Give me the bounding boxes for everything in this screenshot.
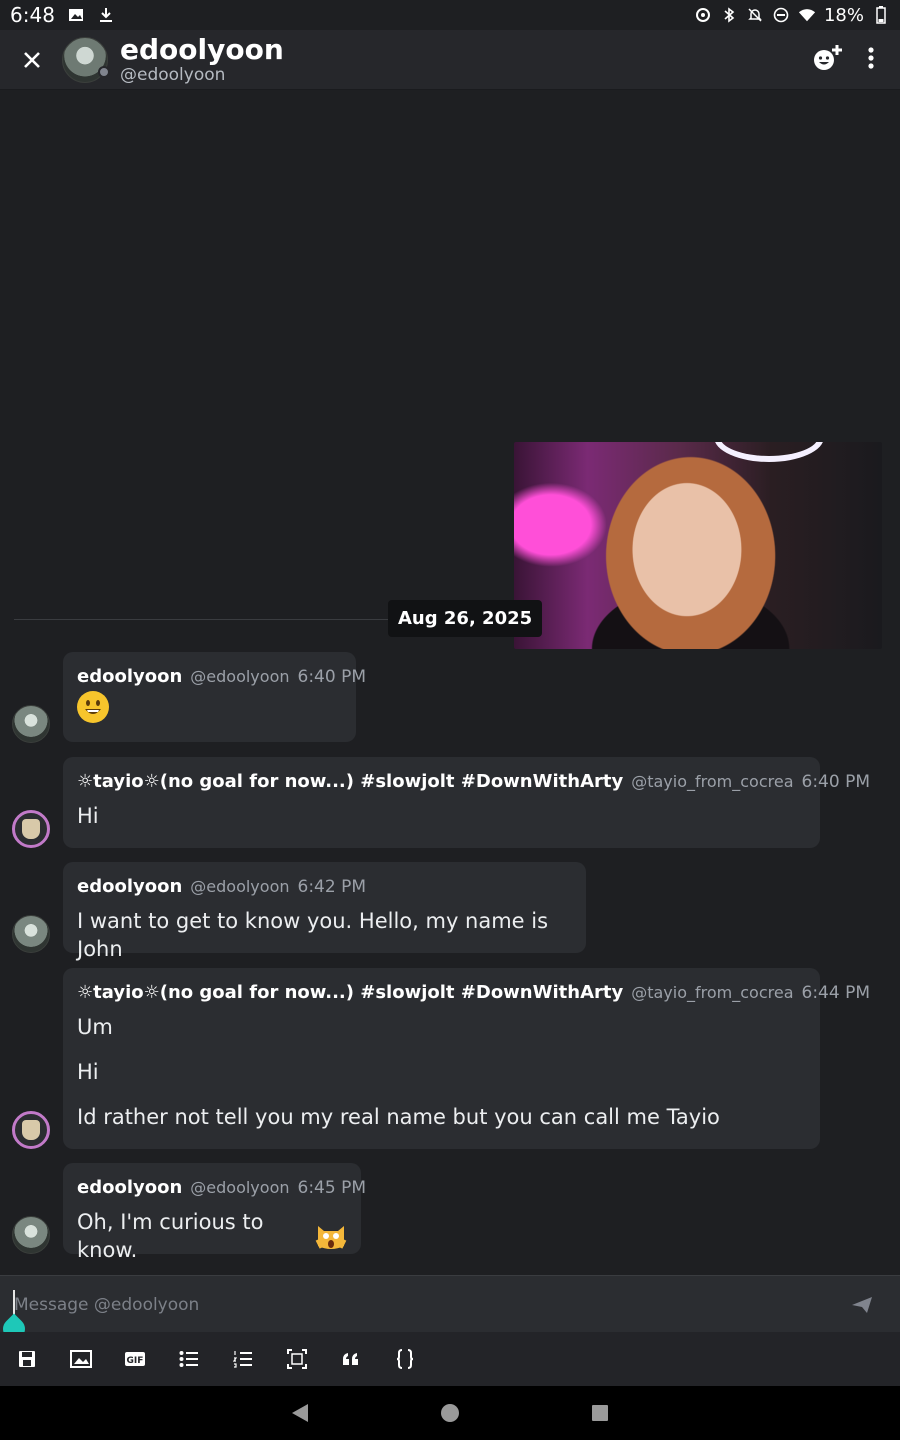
message-time: 6:45 PM (297, 1178, 367, 1198)
gif-icon: GIF (125, 1352, 145, 1366)
close-icon (24, 51, 40, 68)
close-button[interactable] (10, 38, 54, 82)
back-triangle-icon (292, 1404, 308, 1422)
avatar[interactable] (12, 1111, 50, 1149)
notifications-off-icon (746, 6, 764, 24)
svg-text:GIF: GIF (127, 1356, 144, 1366)
message-handle: @edoolyoon (190, 877, 290, 896)
text-caret (13, 1290, 15, 1316)
message-text: Id rather not tell you my real name but … (77, 1105, 720, 1129)
dm-header: edoolyoon @edoolyoon (0, 30, 900, 90)
spoiler-frame-icon (287, 1349, 307, 1369)
wifi-icon (798, 6, 816, 24)
message-handle: @edoolyoon (190, 667, 290, 686)
status-time: 6:48 (10, 3, 55, 27)
formatting-toolbar: GIF (0, 1332, 900, 1386)
message-text: I want to get to know you. Hello, my nam… (77, 909, 549, 961)
code-block-button[interactable] (378, 1332, 432, 1386)
bluetooth-icon (720, 6, 738, 24)
message-handle: @edoolyoon (190, 1178, 290, 1197)
home-button[interactable] (430, 1393, 470, 1433)
message-author[interactable]: edoolyoon (77, 1177, 182, 1198)
floppy-disk-icon (19, 1351, 35, 1367)
avatar[interactable] (12, 915, 50, 953)
bulleted-list-button[interactable] (162, 1332, 216, 1386)
header-title: edoolyoon (120, 32, 284, 66)
message-author[interactable]: ☼tayio☼(no goal for now...) #slowjolt #D… (77, 982, 623, 1003)
message-time: 6:40 PM (801, 772, 871, 792)
status-bar: 6:48 18% (0, 0, 900, 30)
message-time: 6:44 PM (801, 983, 871, 1003)
chat-area[interactable]: Aug 26, 2025 edoolyoon @edoolyoon 6:40 P… (0, 91, 900, 1275)
video-overlay[interactable] (514, 442, 882, 649)
spoiler-button[interactable] (270, 1332, 324, 1386)
do-not-disturb-icon (772, 6, 790, 24)
message-input[interactable] (14, 1288, 814, 1322)
avatar[interactable] (12, 810, 50, 848)
back-button[interactable] (280, 1393, 320, 1433)
avatar[interactable] (12, 1216, 50, 1254)
message-handle: @tayio_from_cocrea (631, 983, 794, 1002)
message-bubble[interactable]: edoolyoon @edoolyoon 6:45 PM Oh, I'm cur… (63, 1163, 366, 1262)
bulleted-list-icon (179, 1351, 198, 1367)
message-time: 6:42 PM (297, 877, 367, 897)
download-icon (97, 6, 115, 24)
message-author[interactable]: ☼tayio☼(no goal for now...) #slowjolt #D… (77, 771, 623, 792)
numbered-list-button[interactable] (216, 1332, 270, 1386)
recents-square-icon (592, 1405, 608, 1421)
add-emoji-person-icon (814, 44, 842, 70)
quote-icon (343, 1353, 358, 1365)
image-icon (67, 6, 85, 24)
recents-button[interactable] (580, 1393, 620, 1433)
add-friend-button[interactable] (812, 44, 844, 76)
send-button[interactable] (834, 1286, 890, 1324)
sync-icon (694, 6, 712, 24)
home-circle-icon (441, 1404, 459, 1422)
message-handle: @tayio_from_cocrea (631, 772, 794, 791)
quote-button[interactable] (324, 1332, 378, 1386)
gif-button[interactable]: GIF (108, 1332, 162, 1386)
more-vertical-icon (868, 46, 874, 69)
image-icon (70, 1350, 92, 1368)
date-divider: Aug 26, 2025 (388, 600, 543, 637)
status-offline-dot (98, 65, 110, 78)
battery-icon (872, 6, 890, 24)
system-navigation-bar (0, 1386, 900, 1440)
message-bubble[interactable]: edoolyoon @edoolyoon 6:42 PM I want to g… (63, 862, 586, 961)
attach-image-button[interactable] (54, 1332, 108, 1386)
numbered-list-icon (233, 1351, 252, 1368)
message-text: Hi (77, 804, 99, 828)
save-draft-button[interactable] (0, 1332, 54, 1386)
message-bubble[interactable]: edoolyoon @edoolyoon 6:40 PM (63, 652, 366, 742)
ring-light (714, 442, 824, 462)
screaming-cat-emoji-icon (315, 1220, 347, 1252)
message-bubble[interactable]: ☼tayio☼(no goal for now...) #slowjolt #D… (63, 757, 870, 848)
send-icon (852, 1297, 872, 1313)
avatar[interactable] (12, 705, 50, 743)
header-username: @edoolyoon (120, 64, 226, 85)
message-text: Oh, I'm curious to know. (77, 1210, 264, 1262)
header-names[interactable]: edoolyoon @edoolyoon (120, 32, 284, 85)
message-text: Hi (77, 1060, 99, 1084)
message-composer (0, 1275, 900, 1345)
message-text: Um (77, 1015, 113, 1039)
message-time: 6:40 PM (297, 667, 367, 687)
code-braces-icon (396, 1349, 414, 1369)
header-avatar[interactable] (62, 36, 110, 83)
grinning-emoji-icon (77, 691, 109, 723)
more-options-button[interactable] (868, 46, 874, 73)
battery-percent: 18% (823, 4, 864, 26)
message-bubble[interactable]: ☼tayio☼(no goal for now...) #slowjolt #D… (63, 968, 870, 1149)
message-author[interactable]: edoolyoon (77, 666, 182, 687)
message-author[interactable]: edoolyoon (77, 876, 182, 897)
